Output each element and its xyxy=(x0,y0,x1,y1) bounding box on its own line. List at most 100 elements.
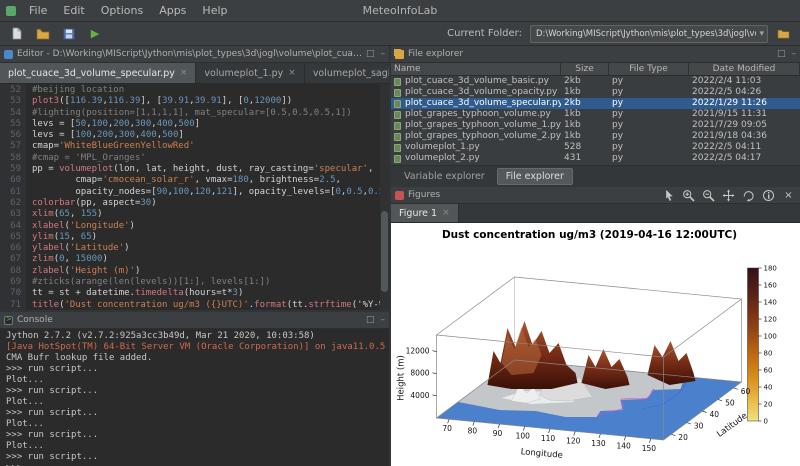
code-line[interactable]: xlabel('Longitude') xyxy=(32,221,380,232)
tab-variable-explorer[interactable]: Variable explorer xyxy=(395,168,494,185)
z-axis-label: Height (m) xyxy=(397,355,407,401)
code-line[interactable]: ylabel('Latitude') xyxy=(32,243,380,254)
line-number: 55 xyxy=(0,119,21,130)
code-line[interactable]: cmap='WhiteBlueGreenYellowRed' xyxy=(32,141,380,152)
line-number: 61 xyxy=(0,187,21,198)
pan-icon[interactable] xyxy=(721,188,736,202)
column-header[interactable]: Size xyxy=(561,63,609,75)
file-row[interactable]: volumeplot_1.py528py2022/2/5 04:11 xyxy=(391,142,800,153)
menu-help[interactable]: Help xyxy=(194,0,235,22)
menu-edit[interactable]: Edit xyxy=(55,0,92,22)
minimize-icon[interactable]: – xyxy=(381,50,386,59)
figure-tab[interactable]: Figure 1 × xyxy=(391,204,459,222)
tick-mark xyxy=(703,411,707,413)
code-line[interactable]: #cmap = 'MPL_Oranges' xyxy=(32,153,380,164)
tab-file-explorer[interactable]: File explorer xyxy=(497,168,573,185)
menu-options[interactable]: Options xyxy=(93,0,151,22)
code-line[interactable]: tt = st + datetime.timedelta(hours=t*3) xyxy=(32,288,380,299)
code-line[interactable]: colorbar(pp, aspect=30) xyxy=(32,198,380,209)
code-line[interactable]: #zticks(arange(len(levels))[1:], levels[… xyxy=(32,277,380,288)
float-icon[interactable]: □ xyxy=(777,50,786,59)
line-number: 60 xyxy=(0,175,21,186)
editor-scrollbar[interactable] xyxy=(380,84,389,310)
tab-close-icon[interactable]: × xyxy=(288,68,296,78)
dust-volume xyxy=(488,321,696,389)
file-size: 1kb xyxy=(561,131,609,142)
rotate-icon[interactable] xyxy=(741,188,756,202)
code-line[interactable]: plot3([116.39,116.39], [39.91,39.91], [0… xyxy=(32,96,380,107)
file-row[interactable]: plot_cuace_3d_volume_basic.py2kbpy2022/2… xyxy=(391,76,800,87)
file-row[interactable]: plot_cuace_3d_volume_specular.py2kbpy202… xyxy=(391,98,800,109)
file-row[interactable]: plot_cuace_3d_volume_opacity.py1kbpy2022… xyxy=(391,87,800,98)
select-arrow-icon[interactable] xyxy=(661,188,676,202)
file-name-cell: plot_grapes_typhoon_volume_2.py xyxy=(391,131,561,142)
console-line: >>> run script... xyxy=(6,430,383,441)
menu-file[interactable]: File xyxy=(21,0,55,22)
tab-close-icon[interactable]: × xyxy=(180,68,188,78)
console-icon xyxy=(4,316,13,325)
file-row[interactable]: plot_grapes_typhoon_volume.py1kbpy2021/9… xyxy=(391,109,800,120)
console-output[interactable]: Jython 2.7.2 (v2.7.2:925a3cc3b49d, Mar 2… xyxy=(0,329,389,466)
code-line[interactable]: opacity_nodes=[90,100,120,121], opacity_… xyxy=(32,187,380,198)
code-line[interactable]: zlim(0, 15000) xyxy=(32,254,380,265)
x-tick-label: 120 xyxy=(566,436,581,445)
editor-tab[interactable]: volumeplot_1.py× xyxy=(196,63,304,83)
main-area: Editor - D:\Working\MIScript\Jython\mis\… xyxy=(0,46,800,466)
code-line[interactable]: levs = [100,200,300,400,500] xyxy=(32,130,380,141)
float-icon[interactable]: □ xyxy=(366,316,375,325)
line-number: 67 xyxy=(0,254,21,265)
column-header[interactable]: File Type xyxy=(609,63,689,75)
new-file-icon xyxy=(11,27,23,40)
code-line[interactable]: xlim(65, 155) xyxy=(32,209,380,220)
console-header-title: Console xyxy=(17,315,362,325)
tick-mark xyxy=(671,434,675,436)
code-line[interactable]: pp = volumeplot(lon, lat, height, dust, … xyxy=(32,164,380,175)
tick-mark xyxy=(734,388,738,390)
line-number: 53 xyxy=(0,96,21,107)
editor-tab[interactable]: plot_cuace_3d_volume_specular.py× xyxy=(0,63,196,83)
browse-folder-icon xyxy=(777,28,790,39)
file-name-cell: plot_cuace_3d_volume_opacity.py xyxy=(391,87,561,98)
identify-icon[interactable] xyxy=(761,188,776,202)
code-line[interactable]: zlabel('Height (m)') xyxy=(32,266,380,277)
minimize-icon[interactable]: – xyxy=(381,316,386,325)
file-modified: 2022/2/5 04:11 xyxy=(689,142,800,153)
scrollbar-thumb[interactable] xyxy=(381,211,388,292)
current-folder-combobox[interactable]: D:\Working\MIScript\Jython\mis\plot_type… xyxy=(530,25,768,43)
tab-close-icon[interactable]: × xyxy=(442,208,450,218)
code-line[interactable]: cmap='cmocean_solar_r', vmax=180, bright… xyxy=(32,175,380,186)
line-number: 69 xyxy=(0,277,21,288)
code-line[interactable]: #lighting(position=[1,1,1,1], mat_specul… xyxy=(32,108,380,119)
browse-folder-button[interactable] xyxy=(772,24,794,44)
z-tick-label: 12000 xyxy=(406,347,430,356)
column-header[interactable]: Name xyxy=(391,63,561,75)
console-header: Console □ – xyxy=(0,312,389,329)
column-header[interactable]: Date Modified xyxy=(689,63,800,75)
file-name: plot_cuace_3d_volume_opacity.py xyxy=(405,87,557,98)
console-line: >>> run script... xyxy=(6,408,383,419)
code-line[interactable]: title('Dust concentration ug/m3 ({}UTC)'… xyxy=(32,300,380,310)
menu-apps[interactable]: Apps xyxy=(151,0,194,22)
code-line[interactable]: levs = [50,100,200,300,400,500] xyxy=(32,119,380,130)
file-size: 2kb xyxy=(561,76,609,87)
zoom-out-icon[interactable] xyxy=(701,188,716,202)
save-button[interactable] xyxy=(58,24,80,44)
float-icon[interactable]: □ xyxy=(366,50,375,59)
editor-code[interactable]: #beijing locationplot3([116.39,116.39], … xyxy=(26,84,380,310)
chevron-down-icon[interactable]: ▾ xyxy=(759,29,764,39)
file-row[interactable]: plot_grapes_typhoon_volume_1.py1kbpy2021… xyxy=(391,120,800,131)
new-file-button[interactable] xyxy=(6,24,28,44)
file-row[interactable]: plot_grapes_typhoon_volume_2.py1kbpy2021… xyxy=(391,131,800,142)
figure-canvas[interactable]: Dust concentration ug/m3 (2019-04-16 12:… xyxy=(391,223,800,466)
code-line[interactable]: ylim(15, 65) xyxy=(32,232,380,243)
close-icon[interactable]: × xyxy=(781,188,796,202)
file-row[interactable]: volumeplot_2.py431py2022/2/5 04:17 xyxy=(391,153,800,164)
open-file-button[interactable] xyxy=(32,24,54,44)
run-script-button[interactable]: ▶ xyxy=(84,24,106,44)
py-file-icon xyxy=(394,89,401,97)
code-line[interactable]: #beijing location xyxy=(32,85,380,96)
minimize-icon[interactable]: – xyxy=(792,50,797,59)
colorbar-tick-label: 120 xyxy=(764,316,777,324)
zoom-in-icon[interactable] xyxy=(681,188,696,202)
y-tick-label: 30 xyxy=(694,422,704,431)
